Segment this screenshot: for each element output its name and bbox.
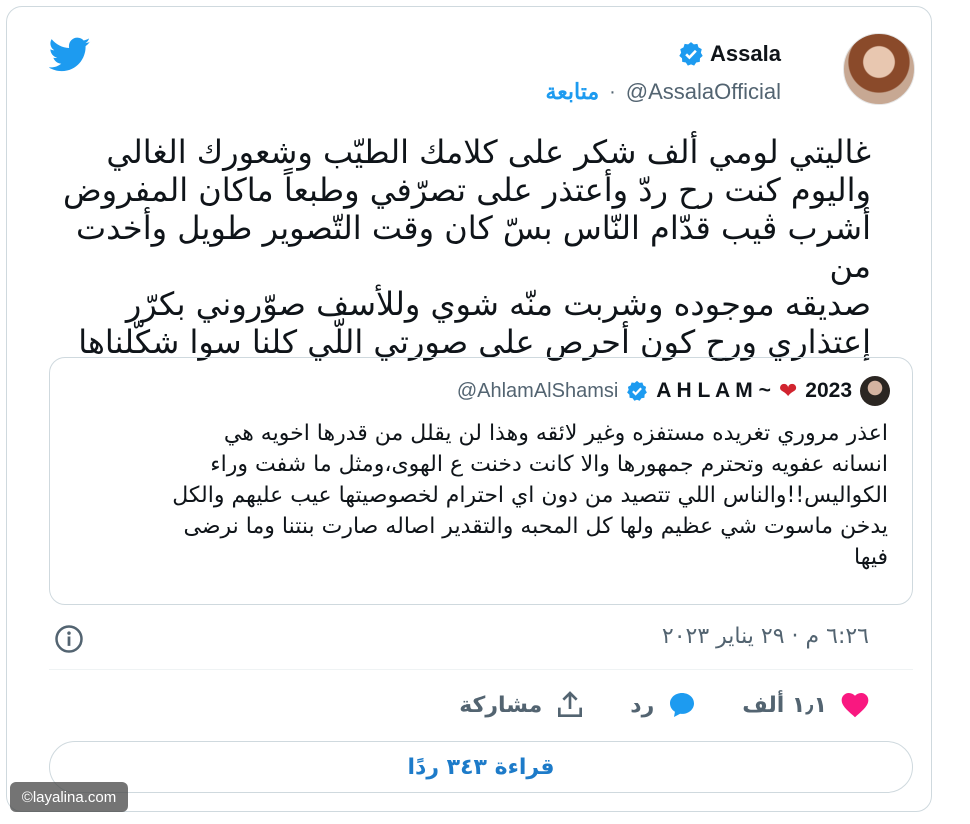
author-display-name: Assala <box>710 41 781 66</box>
author-name-row[interactable]: Assala <box>678 41 781 67</box>
read-replies-button[interactable]: قراءة ٣٤٣ ردًا <box>49 741 913 793</box>
twitter-bird-icon[interactable] <box>49 37 91 73</box>
reply-bubble-icon <box>670 693 695 717</box>
tweet-line: أشرب ڤيب قدّام النّاس بسّ كان وقت التّصو… <box>76 209 871 285</box>
tweet-text: غاليتي لومي ألف شكر على كلامك الطيّب وشع… <box>31 133 871 361</box>
follow-button[interactable]: متابعة <box>545 79 599 105</box>
quoted-tweet-text: اعذر مروري تغريده مستفزه وغير لائقه وهذا… <box>68 418 888 573</box>
quoted-author-year: 2023 <box>805 379 852 402</box>
author-avatar[interactable] <box>843 33 915 105</box>
quoted-line: يدخن ماسوت شي عظيم ولها كل المحبه والتقد… <box>183 514 889 539</box>
quoted-line: الكواليس!!والناس اللي تتصيد من دون اي اح… <box>172 483 888 508</box>
verified-badge-icon <box>679 42 703 66</box>
reply-button[interactable]: رد <box>630 689 698 721</box>
tweet-line: غاليتي لومي ألف شكر على كلامك الطيّب وشع… <box>106 133 871 171</box>
tweet-line: واليوم كنت رح ردّ وأعتذر على تصرّفي وطبع… <box>62 171 871 209</box>
tweet-timestamp[interactable]: ٦:٢٦ م · ٢٩ يناير ٢٠٢٣ <box>662 624 869 649</box>
share-button[interactable]: مشاركة <box>459 689 586 721</box>
tweet-line: صديقه موجوده وشربت منّه شوي وللأسف صوّرو… <box>125 285 871 323</box>
like-count: ١٫١ ألف <box>742 692 827 718</box>
tweet-card: Assala متابعة · @AssalaOfficial غاليتي ل… <box>6 6 932 812</box>
divider <box>49 669 913 670</box>
verified-badge-icon <box>627 380 648 401</box>
quoted-line: اعذر مروري تغريده مستفزه وغير لائقه وهذا… <box>223 421 888 446</box>
watermark: ©layalina.com <box>10 782 128 812</box>
like-button[interactable]: ١٫١ ألف <box>742 689 871 721</box>
quoted-author-handle: @AhlamAlShamsi <box>456 379 619 402</box>
quoted-tweet-header: @AhlamAlShamsi A H L A M ~ ❤ 2023 <box>457 376 890 406</box>
heart-icon <box>841 693 869 718</box>
info-icon[interactable] <box>54 624 84 654</box>
heart-emoji-icon: ❤ <box>778 378 798 403</box>
separator-dot: · <box>609 80 616 103</box>
tweet-line: إعتذاري ورح كون أحرص على صورتي اللّي كلن… <box>78 323 871 361</box>
quoted-line: انسانه عفويه وتحترم جمهورها والا كانت دخ… <box>210 452 888 477</box>
quoted-author-name: A H L A M ~ <box>656 379 771 402</box>
quoted-tweet[interactable]: @AhlamAlShamsi A H L A M ~ ❤ 2023 اعذر م… <box>49 357 913 605</box>
author-handle-row: متابعة · @AssalaOfficial <box>545 79 781 105</box>
share-label: مشاركة <box>459 692 543 718</box>
quoted-line: فيها <box>854 545 888 570</box>
quoted-author-avatar <box>860 376 890 406</box>
reply-label: رد <box>630 692 655 718</box>
author-handle[interactable]: @AssalaOfficial <box>626 79 781 105</box>
share-upload-icon <box>558 691 583 717</box>
action-bar: ١٫١ ألف رد مشاركة <box>459 689 871 721</box>
